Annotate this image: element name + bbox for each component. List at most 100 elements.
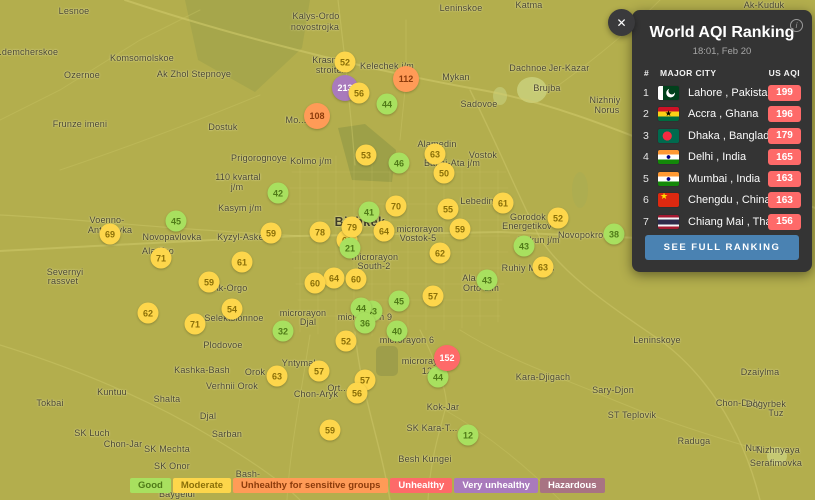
aqi-marker-78[interactable]: 78 (309, 221, 331, 243)
aqi-marker-40[interactable]: 40 (386, 320, 408, 342)
close-ranking-button[interactable]: ✕ (608, 9, 635, 36)
aqi-marker-57[interactable]: 57 (308, 360, 330, 382)
aqi-marker-152[interactable]: 152 (434, 345, 460, 371)
aqi-marker-69[interactable]: 69 (99, 223, 121, 245)
map-place-label: Nizhnyaya (756, 445, 800, 455)
aqi-marker-59[interactable]: 59 (449, 218, 471, 240)
map-place-label: Nizhniy (589, 95, 621, 105)
city-name: Mumbai , India (688, 172, 761, 185)
map-place-label: SK Luch (74, 428, 110, 438)
aqi-marker-63[interactable]: 63 (266, 365, 288, 387)
map-place-label: rassvet (47, 276, 79, 286)
aqi-marker-61[interactable]: 61 (492, 192, 514, 214)
legend-good: Good (130, 478, 171, 493)
aqi-marker-61[interactable]: 61 (231, 251, 253, 273)
aqi-badge: 199 (768, 84, 801, 101)
aqi-marker-36[interactable]: 36 (354, 312, 376, 334)
map-place-label: Ak-Kuduk (743, 0, 785, 10)
map-place-label: Chon-Jar (103, 439, 143, 449)
aqi-marker-70[interactable]: 70 (385, 195, 407, 217)
ranking-row[interactable]: 1 Lahore , Pakistan 199 (632, 82, 812, 104)
china-flag-icon (658, 193, 679, 208)
aqi-marker-79[interactable]: 79 (341, 216, 363, 238)
info-icon[interactable]: i (790, 19, 803, 32)
legend-unhealthy: Unhealthy (390, 478, 453, 493)
map-place-label: Leninskoye (633, 335, 681, 345)
map-place-label: Serafimovka (749, 458, 803, 468)
aqi-marker-54[interactable]: 54 (221, 298, 243, 320)
aqi-marker-41[interactable]: 41 (358, 201, 380, 223)
aqi-marker-44[interactable]: 44 (376, 93, 398, 115)
aqi-marker-45[interactable]: 45 (165, 210, 187, 232)
aqi-marker-52[interactable]: 52 (334, 51, 356, 73)
bangladesh-flag-icon (658, 128, 679, 143)
ranking-row[interactable]: 4 Delhi , India 165 (632, 147, 812, 169)
aqi-badge: 163 (768, 192, 801, 209)
aqi-marker-56[interactable]: 56 (348, 82, 370, 104)
map-place-label: novostrojka (290, 22, 340, 32)
city-name: Dhaka , Bangladesh (688, 129, 768, 142)
aqi-marker-38[interactable]: 38 (603, 223, 625, 245)
map-place-label: Kok-Jar (426, 402, 460, 412)
ranking-row[interactable]: 7 Chiang Mai , Thail...156 (632, 211, 812, 233)
col-city: MAJOR CITY (660, 68, 717, 78)
see-full-ranking-button[interactable]: SEE FULL RANKING (645, 235, 799, 260)
aqi-marker-43[interactable]: 43 (513, 235, 535, 257)
ghana-flag-icon (658, 107, 679, 122)
city-name: Chengdu , China (688, 194, 768, 207)
aqi-marker-64[interactable]: 64 (373, 220, 395, 242)
ranking-row[interactable]: 2 Accra , Ghana 196 (632, 104, 812, 126)
ranking-row[interactable]: 6 Chengdu , China163 (632, 190, 812, 212)
map-place-label: Djal (199, 411, 217, 421)
aqi-marker-21[interactable]: 21 (339, 237, 361, 259)
aqi-marker-63[interactable]: 63 (424, 143, 446, 165)
ranking-row[interactable]: 5 Mumbai , India 163 (632, 168, 812, 190)
aqi-marker-60[interactable]: 60 (304, 272, 326, 294)
aqi-marker-50[interactable]: 50 (433, 162, 455, 184)
aqi-badge: 156 (768, 213, 801, 230)
aqi-marker-59[interactable]: 59 (319, 419, 341, 441)
aqi-marker-56[interactable]: 56 (346, 382, 368, 404)
aqi-marker-43[interactable]: 43 (476, 269, 498, 291)
aqi-marker-63[interactable]: 63 (532, 256, 554, 278)
aqi-marker-45[interactable]: 45 (388, 290, 410, 312)
aqi-marker-32[interactable]: 32 (272, 320, 294, 342)
aqi-marker-52[interactable]: 52 (335, 330, 357, 352)
ranking-row[interactable]: 3 Dhaka , Bangladesh179 (632, 125, 812, 147)
map-place-label: ST Teplovik (607, 410, 657, 420)
aqi-marker-64[interactable]: 64 (323, 267, 345, 289)
aqi-marker-12[interactable]: 12 (457, 424, 479, 446)
aqi-marker-52[interactable]: 52 (547, 207, 569, 229)
aqi-marker-112[interactable]: 112 (393, 66, 419, 92)
map-place-label: Plodovoe (203, 340, 243, 350)
map-place-label: Norus (594, 105, 620, 115)
map-place-label: Kashka-Bash (174, 365, 230, 375)
map-place-label: Djal (299, 317, 317, 327)
ranking-rows: 1 Lahore , Pakistan199 2 Accra , Ghana 196 3 D… (632, 82, 812, 233)
map-place-label: Raduga (677, 436, 711, 446)
map-place-label: Sadovoe (460, 99, 498, 109)
rank-number: 3 (643, 129, 649, 142)
aqi-marker-53[interactable]: 53 (355, 144, 377, 166)
aqi-marker-57[interactable]: 57 (422, 285, 444, 307)
aqi-marker-42[interactable]: 42 (267, 182, 289, 204)
aqi-marker-55[interactable]: 55 (437, 198, 459, 220)
panel-title: World AQI Ranking (649, 24, 795, 41)
aqi-marker-62[interactable]: 62 (429, 242, 451, 264)
aqi-marker-71[interactable]: 71 (150, 247, 172, 269)
aqi-marker-60[interactable]: 60 (345, 268, 367, 290)
rank-number: 4 (643, 151, 649, 164)
aqi-marker-108[interactable]: 108 (304, 103, 330, 129)
map-place-label: Tuz (768, 408, 784, 418)
map-place-label: 110 kvartal (215, 172, 261, 182)
aqi-marker-59[interactable]: 59 (260, 222, 282, 244)
aqi-marker-46[interactable]: 46 (388, 152, 410, 174)
aqi-marker-71[interactable]: 71 (184, 313, 206, 335)
map-place-label: Dachnoe (509, 63, 547, 73)
map-place-label: Shalta (153, 394, 181, 404)
map-place-label: Novopavlovka (142, 232, 202, 242)
map-place-label: Kalys-Ordo (292, 11, 340, 21)
aqi-marker-59[interactable]: 59 (198, 271, 220, 293)
aqi-marker-62[interactable]: 62 (137, 302, 159, 324)
rank-number: 6 (643, 194, 649, 207)
